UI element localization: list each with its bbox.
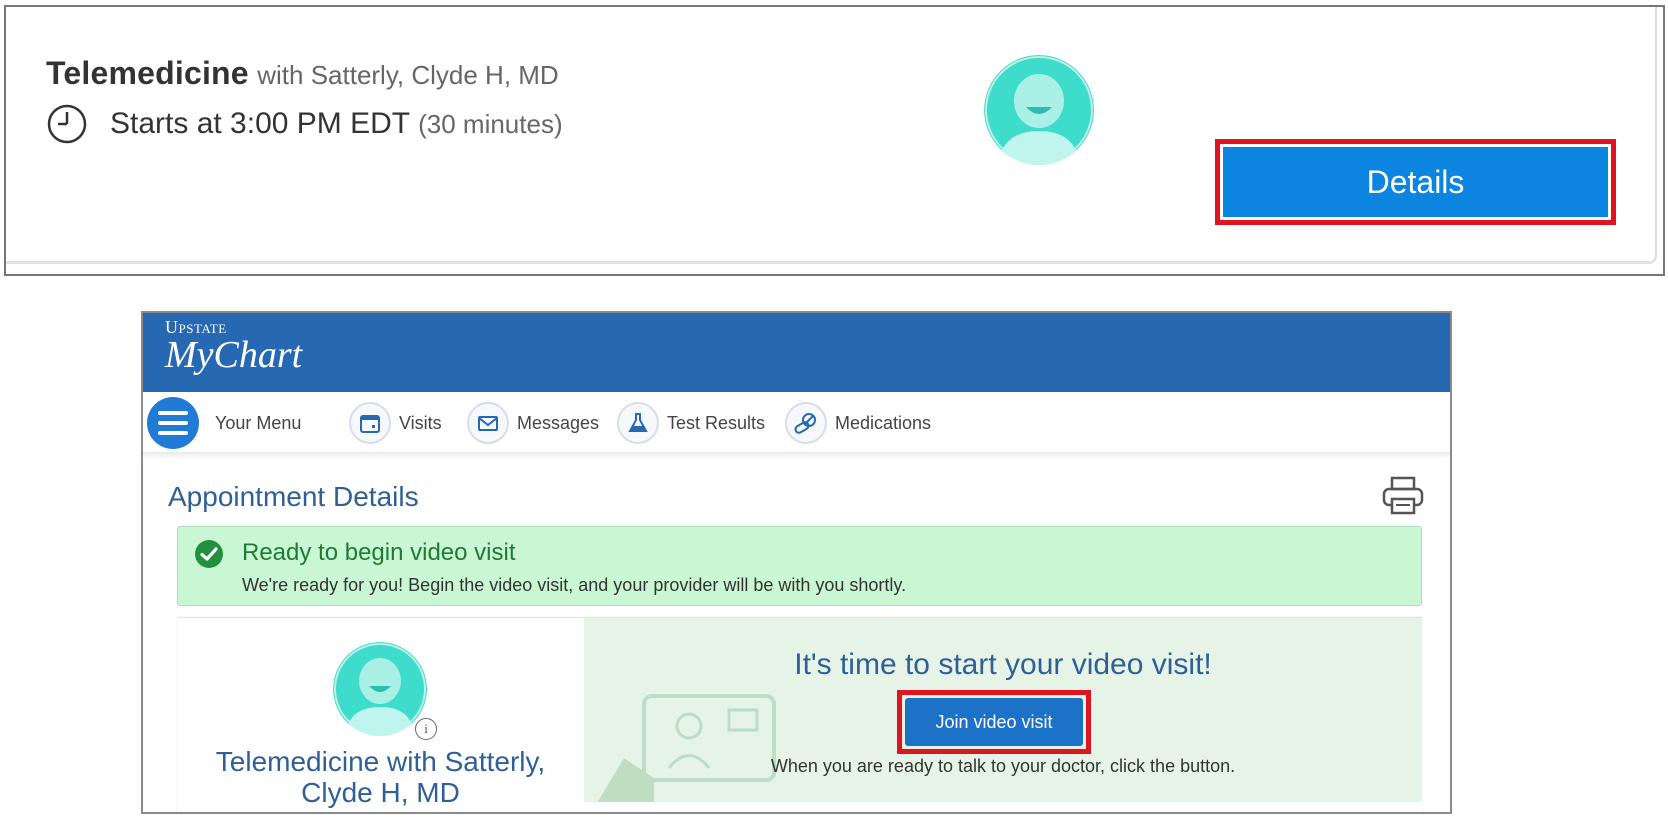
video-visit-hint: When you are ready to talk to your docto…	[770, 756, 1236, 776]
person-icon	[984, 55, 1094, 165]
video-visit-panel: i Telemedicine with Satterly, Clyde H, M…	[177, 617, 1422, 812]
appointment-type: Telemedicine	[46, 55, 249, 91]
pills-icon	[785, 402, 827, 444]
video-call-illustration	[597, 694, 776, 802]
visit-provider-name: Telemedicine with Satterly, Clyde H, MD	[215, 746, 546, 808]
video-visit-heading: It's time to start your video visit!	[794, 648, 1212, 681]
print-icon[interactable]	[1381, 475, 1425, 517]
visit-provider-section: i Telemedicine with Satterly, Clyde H, M…	[177, 618, 584, 812]
join-video-visit-button[interactable]: Join video visit	[905, 698, 1083, 746]
page-title: Appointment Details	[168, 481, 419, 512]
nav-test-results[interactable]: Test Results	[617, 392, 765, 454]
nav-label: Test Results	[667, 412, 766, 433]
nav-label: Your Menu	[215, 412, 302, 433]
provider-avatar-small[interactable]	[333, 642, 427, 736]
check-circle-icon	[195, 540, 223, 568]
envelope-icon	[467, 402, 509, 444]
mychart-logo[interactable]: Upstate MyChart	[165, 317, 302, 375]
calendar-icon	[349, 402, 391, 444]
nav-visits[interactable]: Visits	[349, 392, 442, 454]
info-icon[interactable]: i	[415, 718, 437, 740]
logo-mychart: MyChart	[165, 334, 303, 376]
nav-label: Medications	[835, 412, 932, 433]
appointment-start-time: Starts at 3:00 PM EDT	[110, 107, 411, 140]
alert-text: We're ready for you! Begin the video vis…	[242, 575, 907, 595]
nav-label: Messages	[517, 412, 600, 433]
mychart-nav: Your Menu Visits Messages Test Results M	[143, 392, 1450, 454]
nav-label: Visits	[399, 412, 442, 433]
alert-title: Ready to begin video visit	[242, 539, 516, 566]
appointment-card: Telemedicine with Satterly, Clyde H, MD …	[4, 5, 1665, 276]
hamburger-menu-icon	[147, 397, 199, 449]
nav-messages[interactable]: Messages	[467, 392, 599, 454]
nav-medications[interactable]: Medications	[785, 392, 931, 454]
appointment-duration: (30 minutes)	[418, 108, 563, 139]
mychart-screenshot: Upstate MyChart Your Menu Visits Message…	[141, 311, 1452, 814]
person-icon	[333, 642, 427, 736]
details-button[interactable]: Details	[1223, 147, 1608, 217]
flask-icon	[617, 402, 659, 444]
appointment-title-line: Telemedicine with Satterly, Clyde H, MD	[46, 55, 559, 92]
clock-icon	[47, 104, 87, 144]
panel-bottom	[584, 802, 1422, 812]
provider-avatar	[984, 55, 1094, 165]
video-visit-section: It's time to start your video visit! Joi…	[584, 618, 1422, 802]
appointment-time-line: Starts at 3:00 PM EDT (30 minutes)	[46, 103, 563, 145]
nav-your-menu[interactable]: Your Menu	[147, 392, 301, 454]
mychart-header: Upstate MyChart	[143, 313, 1450, 392]
appointment-provider: with Satterly, Clyde H, MD	[257, 60, 559, 90]
ready-alert: Ready to begin video visit We're ready f…	[177, 526, 1422, 606]
